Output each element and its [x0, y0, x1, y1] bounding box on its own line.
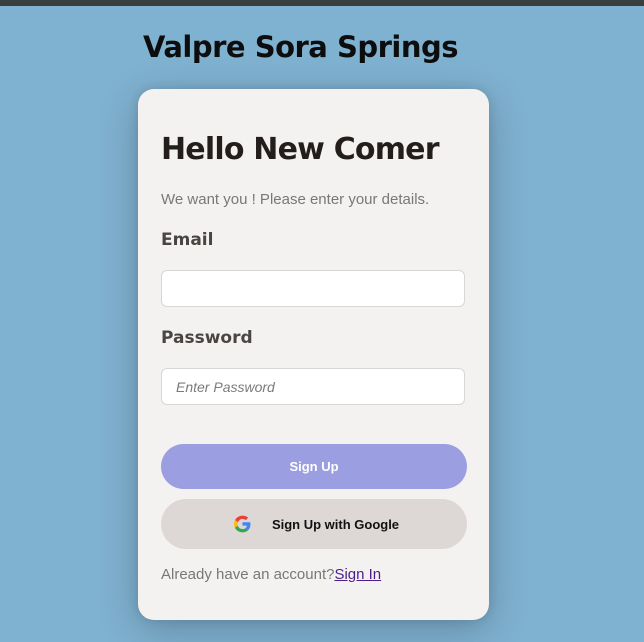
email-label: Email [161, 230, 214, 250]
google-g-icon [229, 514, 256, 534]
signup-card: Hello New Comer We want you ! Please ent… [138, 89, 489, 620]
signin-link[interactable]: Sign In [334, 566, 381, 583]
signup-button-label: Sign Up [289, 459, 339, 474]
page-title: Hello New Comer [161, 132, 440, 167]
signin-prompt-text: Already have an account? [161, 566, 335, 583]
password-label: Password [161, 328, 253, 348]
google-signup-label: Sign Up with Google [271, 516, 400, 532]
signin-prompt: Already have an account?Sign In [161, 566, 381, 583]
subtitle: We want you ! Please enter your details. [161, 191, 430, 208]
top-bar [0, 0, 644, 6]
password-field[interactable] [161, 368, 465, 405]
google-signup-button[interactable]: Sign Up with Google [161, 499, 467, 549]
email-field[interactable] [161, 270, 465, 307]
brand-title: Valpre Sora Springs [143, 30, 459, 64]
signup-button[interactable]: Sign Up [161, 444, 467, 489]
